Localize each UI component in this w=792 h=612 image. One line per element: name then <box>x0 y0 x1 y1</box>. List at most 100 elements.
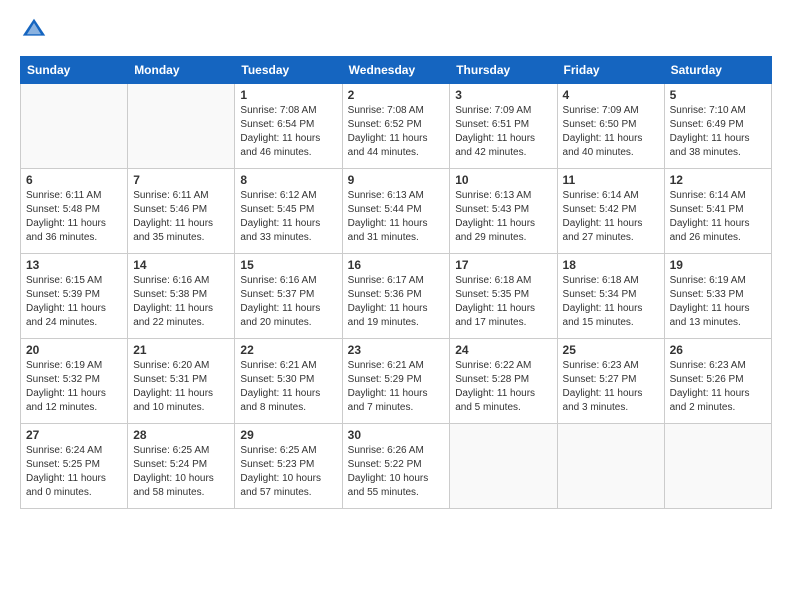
day-info: Sunrise: 6:25 AM Sunset: 5:24 PM Dayligh… <box>133 444 229 500</box>
day-info: Sunrise: 7:09 AM Sunset: 6:50 PM Dayligh… <box>563 104 659 160</box>
day-number: 24 <box>455 343 551 357</box>
day-info: Sunrise: 6:26 AM Sunset: 5:22 PM Dayligh… <box>348 444 445 500</box>
day-number: 26 <box>670 343 766 357</box>
day-info: Sunrise: 6:18 AM Sunset: 5:35 PM Dayligh… <box>455 274 551 330</box>
calendar-cell: 19 Sunrise: 6:19 AM Sunset: 5:33 PM Dayli… <box>664 254 771 339</box>
day-info: Sunrise: 6:18 AM Sunset: 5:34 PM Dayligh… <box>563 274 659 330</box>
day-info: Sunrise: 6:12 AM Sunset: 5:45 PM Dayligh… <box>240 189 336 245</box>
day-info: Sunrise: 6:14 AM Sunset: 5:42 PM Dayligh… <box>563 189 659 245</box>
calendar-week-3: 13Sunrise: 6:15 AM Sunset: 5:39 PM Dayli… <box>21 254 772 339</box>
logo-icon <box>20 16 48 44</box>
calendar-header-saturday: Saturday <box>664 57 771 84</box>
day-info: Sunrise: 6:23 AM Sunset: 5:27 PM Dayligh… <box>563 359 659 415</box>
calendar-cell: 23 Sunrise: 6:21 AM Sunset: 5:29 PM Dayli… <box>342 339 450 424</box>
day-number: 17 <box>455 258 551 272</box>
day-info: Sunrise: 6:13 AM Sunset: 5:44 PM Dayligh… <box>348 189 445 245</box>
calendar-week-2: 6 Sunrise: 6:11 AM Sunset: 5:48 PM Daylig… <box>21 169 772 254</box>
day-info: Sunrise: 6:20 AM Sunset: 5:31 PM Dayligh… <box>133 359 229 415</box>
day-info: Sunrise: 6:25 AM Sunset: 5:23 PM Dayligh… <box>240 444 336 500</box>
calendar-week-1: 1 Sunrise: 7:08 AM Sunset: 6:54 PM Daylig… <box>21 84 772 169</box>
calendar-cell: 10Sunrise: 6:13 AM Sunset: 5:43 PM Dayli… <box>450 169 557 254</box>
calendar-cell: 29 Sunrise: 6:25 AM Sunset: 5:23 PM Dayli… <box>235 424 342 509</box>
day-number: 22 <box>240 343 336 357</box>
calendar-header-row: SundayMondayTuesdayWednesdayThursdayFrid… <box>21 57 772 84</box>
day-number: 2 <box>348 88 445 102</box>
day-number: 1 <box>240 88 336 102</box>
calendar-cell: 12 Sunrise: 6:14 AM Sunset: 5:41 PM Dayli… <box>664 169 771 254</box>
calendar-cell: 18 Sunrise: 6:18 AM Sunset: 5:34 PM Dayli… <box>557 254 664 339</box>
calendar-cell: 27Sunrise: 6:24 AM Sunset: 5:25 PM Dayli… <box>21 424 128 509</box>
day-number: 16 <box>348 258 445 272</box>
day-number: 9 <box>348 173 445 187</box>
day-info: Sunrise: 6:21 AM Sunset: 5:30 PM Dayligh… <box>240 359 336 415</box>
day-info: Sunrise: 6:16 AM Sunset: 5:38 PM Dayligh… <box>133 274 229 330</box>
calendar-cell: 21 Sunrise: 6:20 AM Sunset: 5:31 PM Dayli… <box>128 339 235 424</box>
day-info: Sunrise: 6:24 AM Sunset: 5:25 PM Dayligh… <box>26 444 122 500</box>
calendar-cell: 30 Sunrise: 6:26 AM Sunset: 5:22 PM Dayli… <box>342 424 450 509</box>
day-number: 10 <box>455 173 551 187</box>
calendar-cell: 9 Sunrise: 6:13 AM Sunset: 5:44 PM Daylig… <box>342 169 450 254</box>
calendar-cell <box>450 424 557 509</box>
calendar-cell: 5 Sunrise: 7:10 AM Sunset: 6:49 PM Daylig… <box>664 84 771 169</box>
calendar-cell: 15 Sunrise: 6:16 AM Sunset: 5:37 PM Dayli… <box>235 254 342 339</box>
calendar-cell: 14 Sunrise: 6:16 AM Sunset: 5:38 PM Dayli… <box>128 254 235 339</box>
calendar-cell: 4 Sunrise: 7:09 AM Sunset: 6:50 PM Daylig… <box>557 84 664 169</box>
day-number: 21 <box>133 343 229 357</box>
day-info: Sunrise: 7:08 AM Sunset: 6:54 PM Dayligh… <box>240 104 336 160</box>
day-number: 18 <box>563 258 659 272</box>
day-info: Sunrise: 6:22 AM Sunset: 5:28 PM Dayligh… <box>455 359 551 415</box>
day-number: 20 <box>26 343 122 357</box>
day-number: 8 <box>240 173 336 187</box>
calendar-cell: 2 Sunrise: 7:08 AM Sunset: 6:52 PM Daylig… <box>342 84 450 169</box>
day-number: 23 <box>348 343 445 357</box>
calendar-cell: 25 Sunrise: 6:23 AM Sunset: 5:27 PM Dayli… <box>557 339 664 424</box>
day-number: 7 <box>133 173 229 187</box>
day-number: 28 <box>133 428 229 442</box>
day-info: Sunrise: 7:09 AM Sunset: 6:51 PM Dayligh… <box>455 104 551 160</box>
day-info: Sunrise: 6:17 AM Sunset: 5:36 PM Dayligh… <box>348 274 445 330</box>
calendar-cell <box>664 424 771 509</box>
calendar-cell: 11 Sunrise: 6:14 AM Sunset: 5:42 PM Dayli… <box>557 169 664 254</box>
calendar-cell: 24 Sunrise: 6:22 AM Sunset: 5:28 PM Dayli… <box>450 339 557 424</box>
day-info: Sunrise: 6:19 AM Sunset: 5:33 PM Dayligh… <box>670 274 766 330</box>
day-number: 25 <box>563 343 659 357</box>
calendar-week-4: 20 Sunrise: 6:19 AM Sunset: 5:32 PM Dayli… <box>21 339 772 424</box>
day-number: 14 <box>133 258 229 272</box>
logo <box>20 16 52 44</box>
day-number: 30 <box>348 428 445 442</box>
day-number: 29 <box>240 428 336 442</box>
day-info: Sunrise: 7:08 AM Sunset: 6:52 PM Dayligh… <box>348 104 445 160</box>
calendar-cell: 20 Sunrise: 6:19 AM Sunset: 5:32 PM Dayli… <box>21 339 128 424</box>
calendar-cell <box>128 84 235 169</box>
calendar-header-monday: Monday <box>128 57 235 84</box>
calendar-cell <box>557 424 664 509</box>
day-info: Sunrise: 6:11 AM Sunset: 5:48 PM Dayligh… <box>26 189 122 245</box>
day-info: Sunrise: 6:11 AM Sunset: 5:46 PM Dayligh… <box>133 189 229 245</box>
day-number: 11 <box>563 173 659 187</box>
calendar-cell: 13Sunrise: 6:15 AM Sunset: 5:39 PM Dayli… <box>21 254 128 339</box>
calendar-week-5: 27Sunrise: 6:24 AM Sunset: 5:25 PM Dayli… <box>21 424 772 509</box>
calendar-cell: 7 Sunrise: 6:11 AM Sunset: 5:46 PM Daylig… <box>128 169 235 254</box>
calendar-cell: 6 Sunrise: 6:11 AM Sunset: 5:48 PM Daylig… <box>21 169 128 254</box>
day-number: 3 <box>455 88 551 102</box>
day-info: Sunrise: 6:21 AM Sunset: 5:29 PM Dayligh… <box>348 359 445 415</box>
day-info: Sunrise: 6:23 AM Sunset: 5:26 PM Dayligh… <box>670 359 766 415</box>
calendar-cell: 17 Sunrise: 6:18 AM Sunset: 5:35 PM Dayli… <box>450 254 557 339</box>
day-info: Sunrise: 6:19 AM Sunset: 5:32 PM Dayligh… <box>26 359 122 415</box>
day-number: 12 <box>670 173 766 187</box>
calendar-header-wednesday: Wednesday <box>342 57 450 84</box>
day-number: 19 <box>670 258 766 272</box>
day-info: Sunrise: 7:10 AM Sunset: 6:49 PM Dayligh… <box>670 104 766 160</box>
day-number: 15 <box>240 258 336 272</box>
calendar-cell: 16 Sunrise: 6:17 AM Sunset: 5:36 PM Dayli… <box>342 254 450 339</box>
header <box>20 16 772 44</box>
day-info: Sunrise: 6:16 AM Sunset: 5:37 PM Dayligh… <box>240 274 336 330</box>
calendar: SundayMondayTuesdayWednesdayThursdayFrid… <box>20 56 772 509</box>
day-number: 4 <box>563 88 659 102</box>
day-number: 6 <box>26 173 122 187</box>
calendar-cell: 1 Sunrise: 7:08 AM Sunset: 6:54 PM Daylig… <box>235 84 342 169</box>
day-info: Sunrise: 6:15 AM Sunset: 5:39 PM Dayligh… <box>26 274 122 330</box>
calendar-header-sunday: Sunday <box>21 57 128 84</box>
day-number: 5 <box>670 88 766 102</box>
day-info: Sunrise: 6:14 AM Sunset: 5:41 PM Dayligh… <box>670 189 766 245</box>
